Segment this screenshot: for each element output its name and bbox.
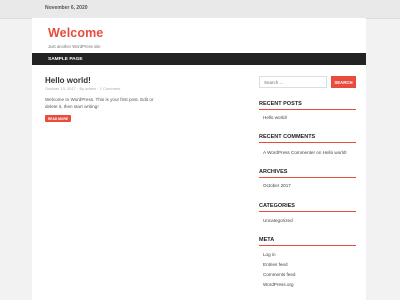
widget-title-categories: CATEGORIES [259,203,295,209]
search-input[interactable] [259,76,327,88]
widget-title-archives: ARCHIVES [259,169,288,175]
post-meta: October 13, 2017 · By admin · 1 Comment [45,86,121,91]
meta-link-wordpress-org[interactable]: WordPress.org [263,282,294,287]
recent-post-link[interactable]: Hello world! [263,115,287,120]
meta-link-login[interactable]: Log in [263,252,276,257]
read-more-button[interactable]: READ MORE [45,115,71,122]
meta-link-entries-feed[interactable]: Entries feed [263,262,288,267]
widget-divider [259,211,356,212]
search-button[interactable]: SEARCH [331,76,356,88]
nav-item-sample-page[interactable]: SAMPLE PAGE [48,57,83,62]
site-title[interactable]: Welcome [48,26,103,40]
widget-divider [259,177,356,178]
widget-title-recent-posts: RECENT POSTS [259,101,302,107]
archive-link[interactable]: October 2017 [263,183,291,188]
current-date: November 6, 2020 [45,5,88,11]
recent-comment-link[interactable]: A WordPress Commenter on Hello world! [263,150,347,155]
post-excerpt: Welcome to WordPress. This is your first… [45,97,154,109]
widget-divider [259,245,356,246]
read-more-label: READ MORE [47,116,69,121]
post-title[interactable]: Hello world! [45,76,91,85]
widget-divider [259,109,356,110]
widget-title-meta: META [259,237,275,243]
top-bar: November 6, 2020 [0,0,400,19]
meta-link-comments-feed[interactable]: Comments feed [263,272,295,277]
search-button-label: SEARCH [334,79,353,85]
site-description: Just another WordPress site [48,44,101,49]
widget-title-recent-comments: RECENT COMMENTS [259,134,316,140]
widget-divider [259,142,356,143]
main-navigation: SAMPLE PAGE [32,53,366,65]
category-link[interactable]: Uncategorized [263,218,293,223]
